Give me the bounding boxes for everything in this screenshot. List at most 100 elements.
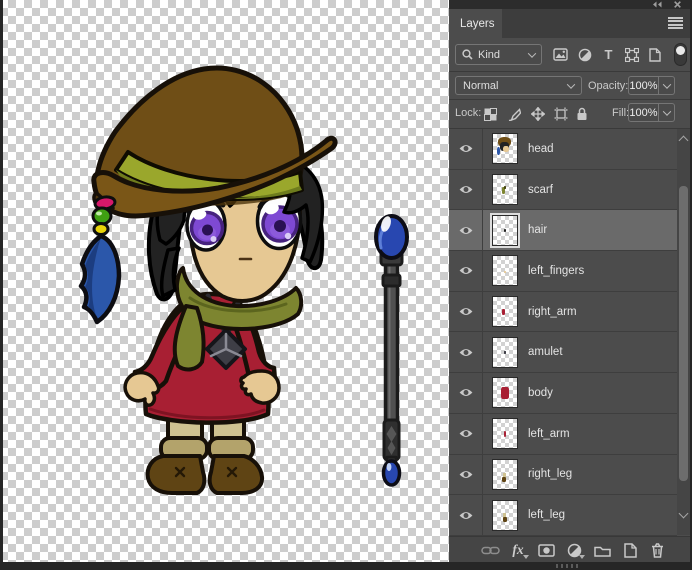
layer-filter-toggle[interactable] xyxy=(674,43,687,66)
panel-menu-icon[interactable] xyxy=(668,17,683,29)
collapse-panel-icon[interactable] xyxy=(652,1,662,8)
hat-beads-art xyxy=(78,195,122,325)
pixel-layer-filter-icon[interactable] xyxy=(552,46,569,63)
layer-thumbnail[interactable] xyxy=(492,418,518,450)
adjustment-layer-filter-icon[interactable] xyxy=(576,46,593,63)
scroll-up-icon[interactable] xyxy=(678,135,689,146)
scrollbar-thumb[interactable] xyxy=(679,186,688,481)
lock-all-icon[interactable] xyxy=(574,106,590,122)
smart-object-filter-icon[interactable] xyxy=(646,46,663,63)
visibility-toggle[interactable] xyxy=(449,413,483,454)
opacity-dropdown-button[interactable] xyxy=(659,76,675,95)
delete-layer-icon[interactable] xyxy=(645,537,669,563)
layer-row[interactable]: hair xyxy=(449,210,677,252)
eye-icon xyxy=(459,470,472,478)
layer-thumbnail[interactable] xyxy=(492,336,518,368)
layer-row[interactable]: left_fingers xyxy=(449,251,677,292)
layer-thumbnail[interactable] xyxy=(492,174,518,206)
visibility-toggle[interactable] xyxy=(449,210,483,251)
visibility-toggle[interactable] xyxy=(449,291,483,332)
visibility-toggle[interactable] xyxy=(449,251,483,291)
link-layers-icon[interactable] xyxy=(478,537,502,563)
layer-thumbnail[interactable] xyxy=(492,499,518,531)
layer-thumbnail[interactable] xyxy=(492,214,518,246)
new-layer-icon[interactable] xyxy=(618,537,642,563)
layer-row[interactable]: head xyxy=(449,129,677,170)
layer-style-icon[interactable]: fx xyxy=(506,537,530,563)
eye-icon xyxy=(459,186,472,193)
visibility-toggle[interactable] xyxy=(449,454,483,495)
layer-row[interactable]: left_leg xyxy=(449,495,677,536)
panel-title-strip xyxy=(449,0,692,9)
panel-resize-grip[interactable] xyxy=(556,563,581,568)
panel-tab-bar: Layers xyxy=(449,9,692,38)
eye-icon xyxy=(459,145,472,153)
type-layer-filter-icon[interactable]: T xyxy=(600,46,617,63)
document-canvas[interactable] xyxy=(0,0,449,562)
layer-list-scrollbar[interactable] xyxy=(677,128,690,535)
layer-row[interactable]: right_arm xyxy=(449,291,677,333)
visibility-toggle[interactable] xyxy=(449,129,483,169)
eye-icon xyxy=(459,389,472,397)
layer-name: scarf xyxy=(528,183,553,196)
close-panel-icon[interactable] xyxy=(674,1,681,8)
eye-icon xyxy=(459,511,472,519)
layer-name: head xyxy=(528,142,554,155)
layer-filter-row: Kind T xyxy=(449,38,692,71)
panel-footer: fx xyxy=(449,536,692,562)
chevron-down-icon xyxy=(566,79,576,89)
lock-image-pixels-icon[interactable] xyxy=(506,106,522,122)
layer-thumbnail[interactable] xyxy=(492,377,518,409)
eye-icon xyxy=(459,308,472,316)
filter-kind-value: Kind xyxy=(478,48,501,61)
layer-thumbnail[interactable] xyxy=(492,296,518,328)
adjustment-layer-icon[interactable] xyxy=(562,537,586,563)
layer-thumbnail[interactable] xyxy=(492,133,518,165)
eye-icon xyxy=(459,226,472,234)
chevron-down-icon xyxy=(662,79,671,89)
layer-thumbnail[interactable] xyxy=(492,458,518,490)
opacity-value[interactable]: 100% xyxy=(628,76,659,95)
scroll-down-icon[interactable] xyxy=(678,508,689,519)
layer-thumbnail[interactable] xyxy=(492,255,518,287)
layer-row[interactable]: body xyxy=(449,373,677,414)
visibility-toggle[interactable] xyxy=(449,495,483,535)
layer-name: left_fingers xyxy=(528,264,585,277)
shape-layer-filter-icon[interactable] xyxy=(623,46,640,63)
layer-row[interactable]: right_leg xyxy=(449,454,677,496)
photoshop-workspace: Layers Kind T Normal Opacity: 100% Lock:… xyxy=(0,0,692,570)
eye-icon xyxy=(459,348,472,356)
tab-layers-label: Layers xyxy=(460,17,495,30)
visibility-toggle[interactable] xyxy=(449,332,483,373)
layer-name: right_arm xyxy=(528,305,577,318)
fill-dropdown-button[interactable] xyxy=(659,103,675,122)
fill-value[interactable]: 100% xyxy=(628,103,659,122)
tab-layers[interactable]: Layers xyxy=(449,9,502,38)
layer-row[interactable]: amulet xyxy=(449,332,677,374)
fill-label: Fill: xyxy=(612,107,630,119)
search-icon xyxy=(462,49,473,60)
lock-transparent-pixels-icon[interactable] xyxy=(482,106,498,122)
witch-character-art xyxy=(78,65,338,495)
layer-name: left_arm xyxy=(528,427,570,440)
chevron-down-icon xyxy=(662,106,671,116)
staff-art xyxy=(374,214,409,487)
visibility-toggle[interactable] xyxy=(449,169,483,210)
lock-artboard-icon[interactable] xyxy=(553,106,569,122)
layer-mask-icon[interactable] xyxy=(534,537,558,563)
eye-icon xyxy=(459,430,472,438)
window-bottom-bar xyxy=(0,562,692,570)
layer-group-icon[interactable] xyxy=(590,537,614,563)
layer-row[interactable]: left_arm xyxy=(449,413,677,455)
toggle-knob xyxy=(676,46,685,55)
layer-name: amulet xyxy=(528,346,563,359)
layer-name: hair xyxy=(528,224,548,237)
lock-position-icon[interactable] xyxy=(530,106,546,122)
filter-kind-dropdown[interactable]: Kind xyxy=(455,44,542,65)
layer-list: head scarf hair left_fingers right_arm a… xyxy=(449,128,677,536)
visibility-toggle[interactable] xyxy=(449,373,483,413)
opacity-label: Opacity: xyxy=(588,80,629,92)
layer-row[interactable]: scarf xyxy=(449,169,677,211)
character-art xyxy=(78,65,409,495)
blend-mode-select[interactable]: Normal xyxy=(455,76,582,95)
